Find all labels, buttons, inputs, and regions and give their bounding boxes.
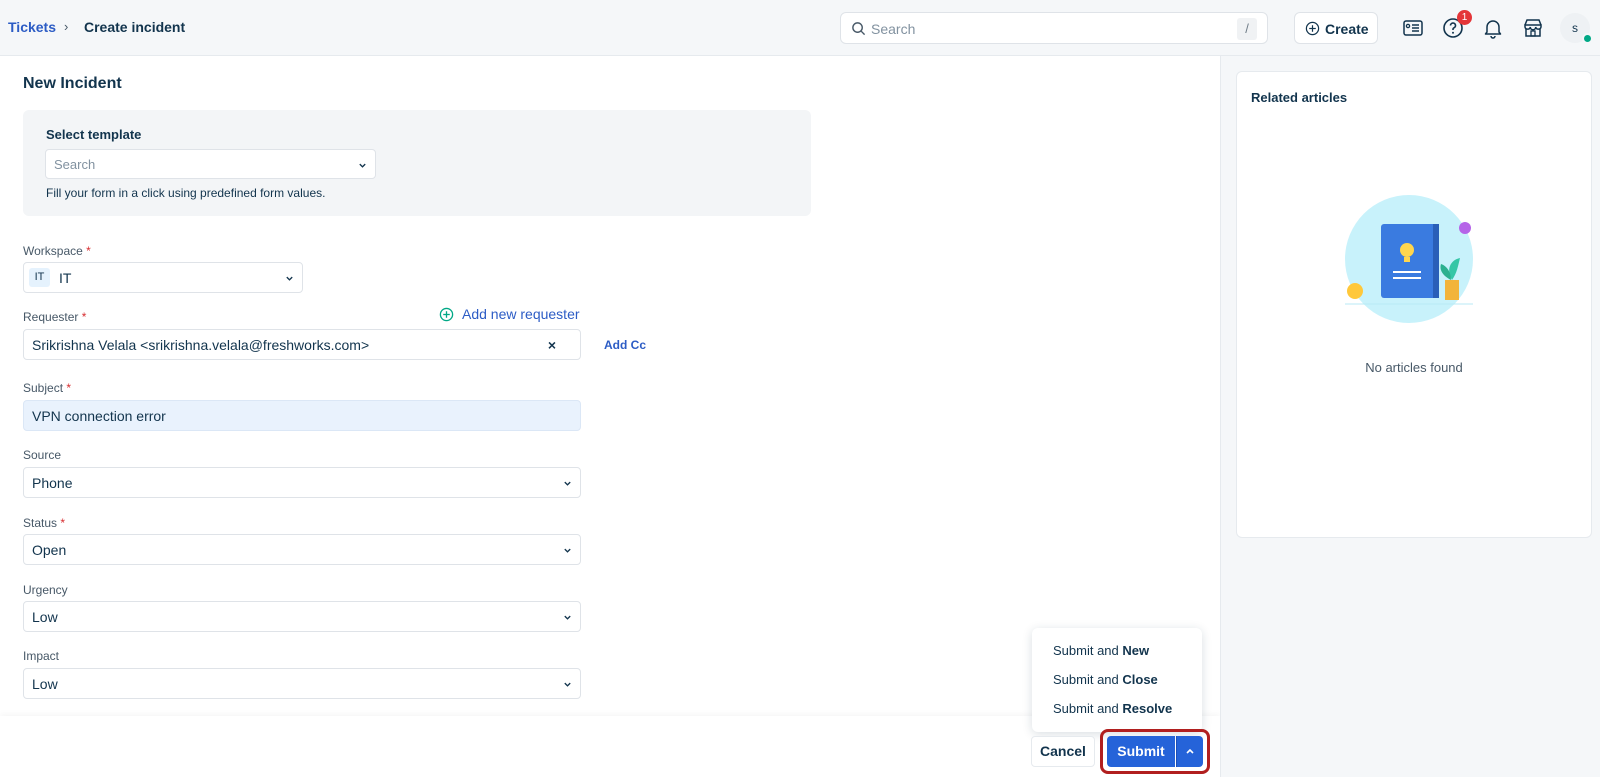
top-bar: Tickets › Create incident Search / Creat… (0, 0, 1600, 56)
impact-label: Impact (23, 649, 60, 663)
template-search-select[interactable]: Search (45, 149, 376, 179)
submit-options-toggle[interactable] (1176, 736, 1203, 767)
workspace-label: Workspace * (23, 244, 91, 258)
chevron-down-icon (564, 682, 571, 687)
subject-value: VPN connection error (32, 408, 166, 424)
impact-value: Low (32, 676, 58, 692)
breadcrumb-current: Create incident (84, 19, 186, 35)
requester-value: Srikrishna Velala <srikrishna.velala@fre… (32, 337, 370, 353)
urgency-label: Urgency (23, 583, 68, 597)
workspace-value: IT (59, 270, 72, 286)
impact-select[interactable]: Low (23, 668, 581, 699)
global-search-input[interactable]: Search / (840, 12, 1268, 44)
create-button[interactable]: Create (1294, 12, 1378, 44)
template-help-text: Fill your form in a click using predefin… (46, 186, 326, 200)
page-title: New Incident (23, 75, 122, 92)
chevron-down-icon (564, 481, 571, 486)
help-notification-badge: 1 (1457, 10, 1472, 25)
source-value: Phone (32, 475, 73, 491)
status-value: Open (32, 542, 67, 558)
requester-label: Requester * (23, 310, 87, 324)
cancel-button[interactable]: Cancel (1031, 736, 1095, 767)
add-new-requester-label: Add new requester (462, 306, 580, 322)
subject-field[interactable]: VPN connection error (23, 400, 581, 431)
workspace-chip: IT (29, 268, 50, 287)
tickets-icon[interactable] (1401, 16, 1425, 40)
chevron-up-icon (1186, 748, 1194, 754)
search-icon (852, 22, 866, 36)
submit-button[interactable]: Submit (1107, 736, 1175, 767)
template-placeholder: Search (54, 157, 96, 172)
chevron-down-icon (564, 548, 571, 553)
urgency-value: Low (32, 609, 58, 625)
plus-circle-icon (1305, 21, 1320, 36)
submit-and-resolve-option[interactable]: Submit and Resolve (1053, 701, 1172, 716)
add-cc-link[interactable]: Add Cc (604, 338, 646, 352)
chevron-down-icon (359, 163, 366, 168)
breadcrumb-tickets-link[interactable]: Tickets (8, 19, 56, 35)
store-icon[interactable] (1521, 16, 1545, 40)
submit-and-close-option[interactable]: Submit and Close (1053, 672, 1158, 687)
template-section: Select template Search Fill your form in… (23, 110, 811, 216)
template-label: Select template (46, 127, 142, 142)
no-articles-text: No articles found (1365, 360, 1463, 375)
status-label: Status * (23, 516, 66, 530)
create-button-label: Create (1325, 21, 1369, 37)
related-articles-title: Related articles (1251, 90, 1348, 105)
bell-icon[interactable] (1481, 16, 1505, 40)
online-status-dot (1582, 33, 1593, 44)
requester-field[interactable]: Srikrishna Velala <srikrishna.velala@fre… (23, 329, 581, 360)
chevron-down-icon (286, 276, 293, 281)
status-select[interactable]: Open (23, 534, 581, 565)
urgency-select[interactable]: Low (23, 601, 581, 632)
submit-options-menu: Submit and New Submit and Close Submit a… (1032, 628, 1202, 732)
breadcrumb-separator: › (64, 19, 69, 34)
related-articles-panel: Related articles No articles found (1236, 71, 1592, 538)
subject-label: Subject * (23, 381, 72, 395)
empty-articles-illustration (1345, 195, 1473, 323)
plus-circle-icon (439, 307, 454, 322)
chevron-down-icon (564, 615, 571, 620)
search-shortcut-key: / (1237, 18, 1257, 40)
clear-requester-icon[interactable]: × (548, 337, 556, 353)
search-placeholder: Search (871, 21, 916, 37)
workspace-select[interactable]: IT IT (23, 262, 303, 293)
source-label: Source (23, 448, 62, 462)
source-select[interactable]: Phone (23, 467, 581, 498)
submit-and-new-option[interactable]: Submit and New (1053, 643, 1149, 658)
